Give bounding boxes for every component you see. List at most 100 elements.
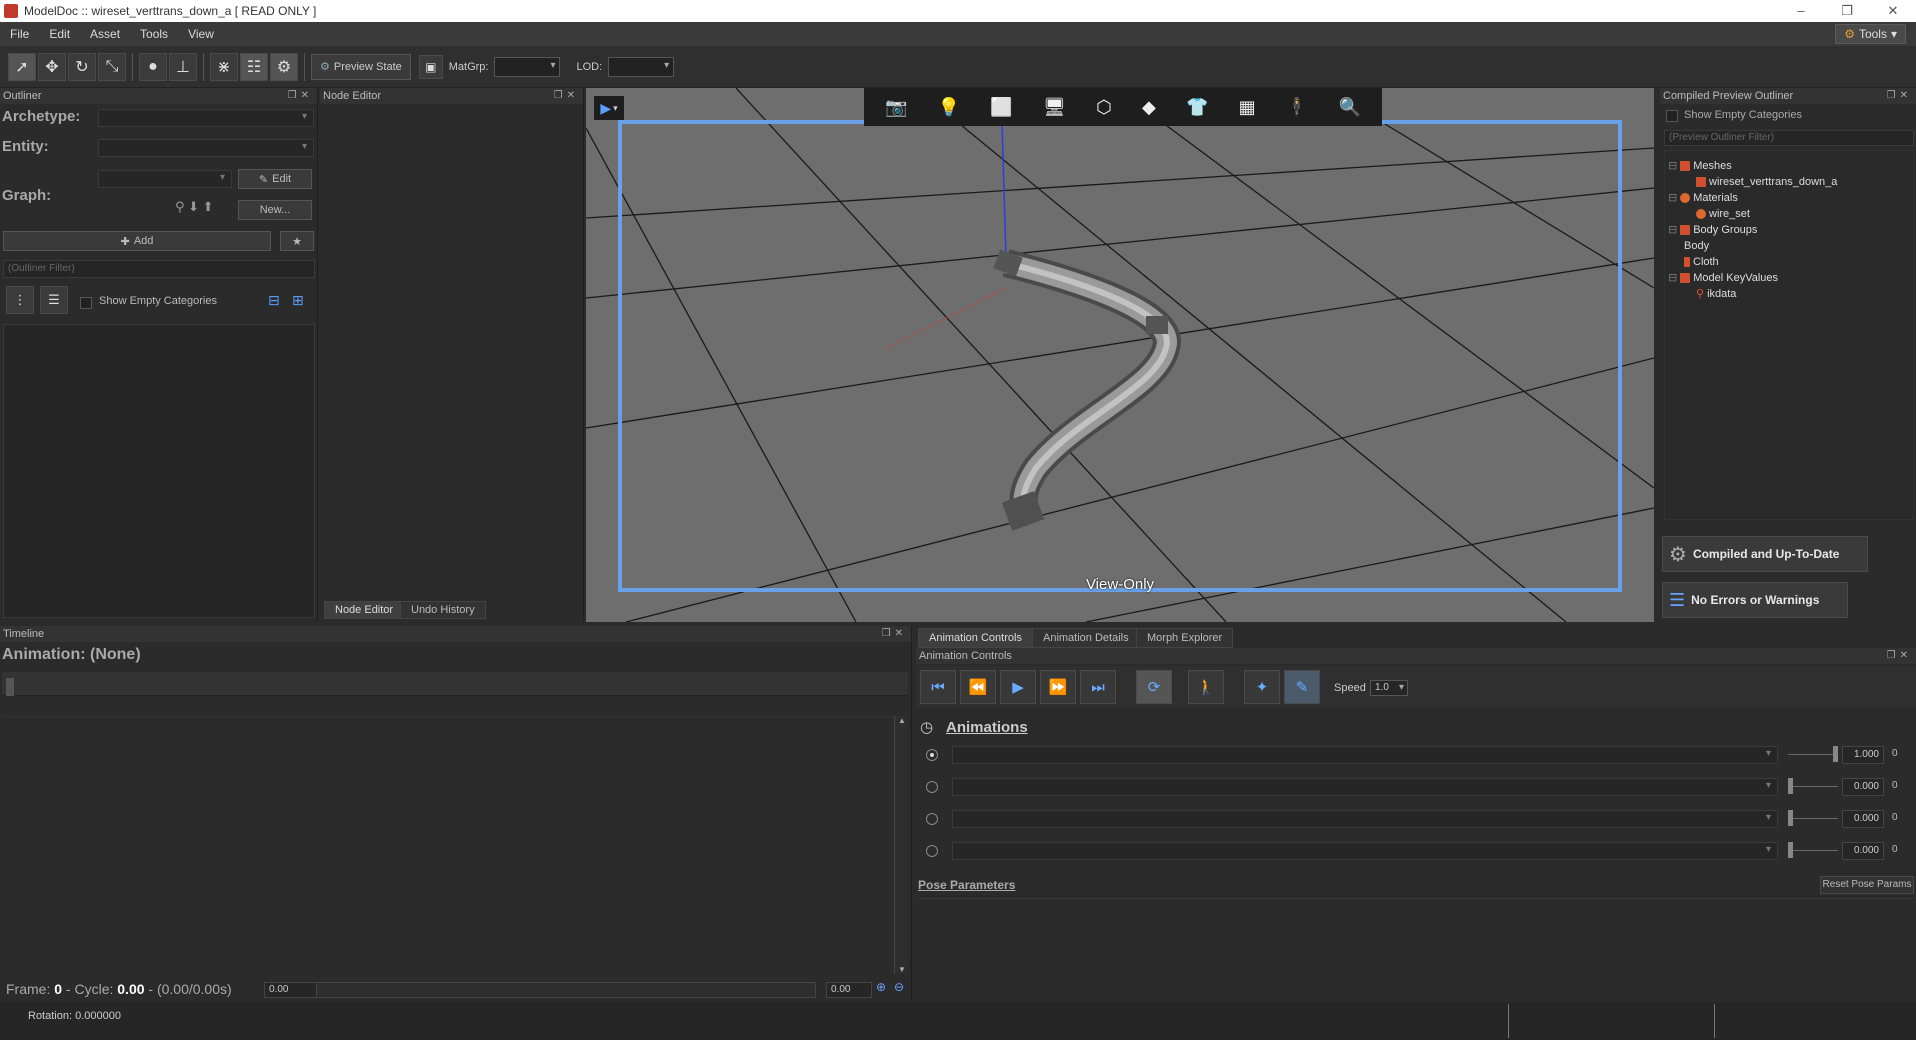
settings-button[interactable]: ⚙ bbox=[270, 52, 298, 81]
close-button[interactable]: ✕ bbox=[1870, 0, 1916, 22]
new-graph-button[interactable]: New... bbox=[238, 200, 312, 220]
tree-item-body-groups[interactable]: ⊟ Body Groups bbox=[1668, 222, 1837, 238]
pose-parameters-heading[interactable]: Pose Parameters bbox=[918, 878, 1015, 892]
slot-select[interactable] bbox=[952, 778, 1778, 796]
3d-viewport[interactable]: ▶ ▾ 📷 💡 ⬜ 🖥 ⬡ ◆ 👕 ▦ 🕴 🔍 View-Only bbox=[586, 88, 1654, 622]
panel-controls[interactable]: ❐✕ bbox=[554, 88, 579, 104]
timeline-scrubber[interactable] bbox=[2, 672, 908, 696]
slot-select[interactable] bbox=[952, 746, 1778, 764]
skeleton-icon[interactable]: 🕴 bbox=[1286, 97, 1308, 118]
edit-button[interactable]: ✎ Edit bbox=[238, 169, 312, 189]
panel-controls[interactable]: ❐✕ bbox=[288, 88, 313, 104]
scale-tool-button[interactable]: ⤡ bbox=[98, 52, 126, 81]
weight-slider[interactable] bbox=[1788, 850, 1838, 851]
timeline-track-area[interactable] bbox=[2, 716, 908, 974]
shirt-icon[interactable]: 👕 bbox=[1186, 97, 1208, 118]
menu-file[interactable]: File bbox=[0, 27, 39, 41]
panel-controls[interactable]: ❐✕ bbox=[882, 626, 907, 642]
weight-slider-knob[interactable] bbox=[1788, 842, 1793, 858]
tab-animation-controls[interactable]: Animation Controls bbox=[918, 628, 1033, 648]
weight-value[interactable]: 0.000 bbox=[1842, 810, 1884, 828]
next-frame-button[interactable]: ⏩ bbox=[1040, 670, 1076, 704]
weight-value[interactable]: 1.000 bbox=[1842, 746, 1884, 764]
tree-item-mesh[interactable]: wireset_verttrans_down_a bbox=[1668, 174, 1837, 190]
tree-item-material[interactable]: wire_set bbox=[1668, 206, 1837, 222]
collapse-all-icon[interactable]: ⊟ bbox=[268, 292, 280, 309]
weight-value[interactable]: 0.000 bbox=[1842, 842, 1884, 860]
weight-value[interactable]: 0.000 bbox=[1842, 778, 1884, 796]
reset-pose-button[interactable]: Reset Pose Params bbox=[1820, 876, 1914, 894]
weight-slider[interactable] bbox=[1788, 754, 1838, 755]
shapes-icon[interactable]: ◆ bbox=[1142, 97, 1156, 118]
slot-radio[interactable] bbox=[926, 781, 938, 793]
matgrp-select[interactable] bbox=[494, 56, 561, 77]
slot-radio[interactable] bbox=[926, 845, 938, 857]
menu-asset[interactable]: Asset bbox=[80, 27, 130, 41]
camera-icon[interactable]: 📷 bbox=[885, 97, 907, 118]
tree-item-materials[interactable]: ⊟ Materials bbox=[1668, 190, 1837, 206]
grid-snap-button[interactable]: ☷ bbox=[240, 52, 268, 81]
move-tool-button[interactable]: ✥ bbox=[38, 52, 66, 81]
favorite-button[interactable]: ★ bbox=[280, 231, 314, 251]
slot-select[interactable] bbox=[952, 810, 1778, 828]
playhead-handle[interactable] bbox=[6, 678, 14, 696]
wireframe-cube-icon[interactable]: ⬡ bbox=[1096, 97, 1112, 118]
show-empty-checkbox[interactable] bbox=[80, 295, 92, 309]
monitor-icon[interactable]: 🖥 bbox=[1043, 97, 1066, 118]
timeline-range-slider[interactable] bbox=[316, 982, 816, 998]
snap-button[interactable]: ⋇ bbox=[210, 52, 238, 81]
lod-select[interactable] bbox=[608, 56, 675, 77]
prev-frame-button[interactable]: ⏪ bbox=[960, 670, 996, 704]
first-frame-button[interactable]: ⏮ bbox=[920, 670, 956, 704]
end-frame-field[interactable]: 0.00 bbox=[826, 982, 872, 998]
start-frame-field[interactable]: 0.00 bbox=[264, 982, 320, 998]
animations-heading[interactable]: Animations bbox=[946, 719, 1028, 736]
tree-item-meshes[interactable]: ⊟ Meshes bbox=[1668, 158, 1837, 174]
magnify-icon[interactable]: 🔍 bbox=[1338, 97, 1360, 118]
timeline-scrollbar[interactable]: ▲ ▼ bbox=[894, 716, 908, 974]
panel-controls[interactable]: ❐✕ bbox=[1887, 88, 1912, 104]
entity-select[interactable] bbox=[98, 139, 314, 157]
tab-undo-history[interactable]: Undo History bbox=[400, 601, 486, 619]
root-motion-button[interactable]: 🚶 bbox=[1188, 670, 1224, 704]
scroll-up-icon[interactable]: ▲ bbox=[898, 716, 906, 725]
weight-slider[interactable] bbox=[1788, 786, 1838, 787]
rotate-tool-button[interactable]: ↻ bbox=[68, 52, 96, 81]
menu-edit[interactable]: Edit bbox=[39, 27, 80, 41]
minimize-button[interactable]: – bbox=[1778, 0, 1824, 22]
light-icon[interactable]: 💡 bbox=[938, 97, 960, 118]
outliner-tree-area[interactable] bbox=[3, 324, 315, 618]
blend-button[interactable]: ✎ bbox=[1284, 670, 1320, 704]
errors-status[interactable]: ☰ No Errors or Warnings bbox=[1662, 582, 1848, 618]
panel-controls[interactable]: ❐✕ bbox=[1887, 648, 1912, 664]
weight-slider-knob[interactable] bbox=[1833, 746, 1838, 762]
scroll-down-icon[interactable]: ▼ bbox=[898, 965, 906, 974]
pivot-tool-button[interactable]: ● bbox=[139, 52, 167, 81]
play-anim-button[interactable]: ▶ bbox=[1000, 670, 1036, 704]
zoom-out-icon[interactable]: ⊖ bbox=[894, 980, 904, 994]
tree-item-cloth[interactable]: Cloth bbox=[1668, 254, 1837, 270]
loop-button[interactable]: ⟳ bbox=[1136, 670, 1172, 704]
graph-input[interactable] bbox=[98, 170, 232, 188]
speed-select[interactable]: 1.0 ▾ bbox=[1370, 680, 1408, 696]
outliner-filter-input[interactable]: (Outliner Filter) bbox=[3, 260, 315, 278]
zoom-in-icon[interactable]: ⊕ bbox=[876, 980, 886, 994]
tree-item-body[interactable]: Body bbox=[1668, 238, 1837, 254]
slot-radio[interactable] bbox=[926, 749, 938, 761]
slot-select[interactable] bbox=[952, 842, 1778, 860]
select-tool-button[interactable]: ➚ bbox=[8, 52, 36, 81]
slot-radio[interactable] bbox=[926, 813, 938, 825]
show-empty-checkbox[interactable] bbox=[1666, 108, 1678, 122]
pose-button[interactable]: ✦ bbox=[1244, 670, 1280, 704]
tree-item-model-keyvalues[interactable]: ⊟ Model KeyValues bbox=[1668, 270, 1837, 286]
tree-item-ikdata[interactable]: ⚲ ikdata bbox=[1668, 286, 1837, 302]
grid-floor-icon[interactable]: ▦ bbox=[1239, 97, 1256, 118]
cube-icon[interactable]: ⬜ bbox=[990, 97, 1012, 118]
last-frame-button[interactable]: ⏭ bbox=[1080, 670, 1116, 704]
outliner-view-button[interactable]: ⋮ bbox=[6, 286, 34, 314]
restore-button[interactable]: ❐ bbox=[1824, 0, 1870, 22]
weight-slider-knob[interactable] bbox=[1788, 810, 1793, 826]
outliner-tree-button[interactable]: ☰ bbox=[40, 286, 68, 314]
preview-state-button[interactable]: ⚙ Preview State bbox=[311, 53, 411, 80]
material-group-button[interactable]: ▣ bbox=[418, 54, 443, 79]
